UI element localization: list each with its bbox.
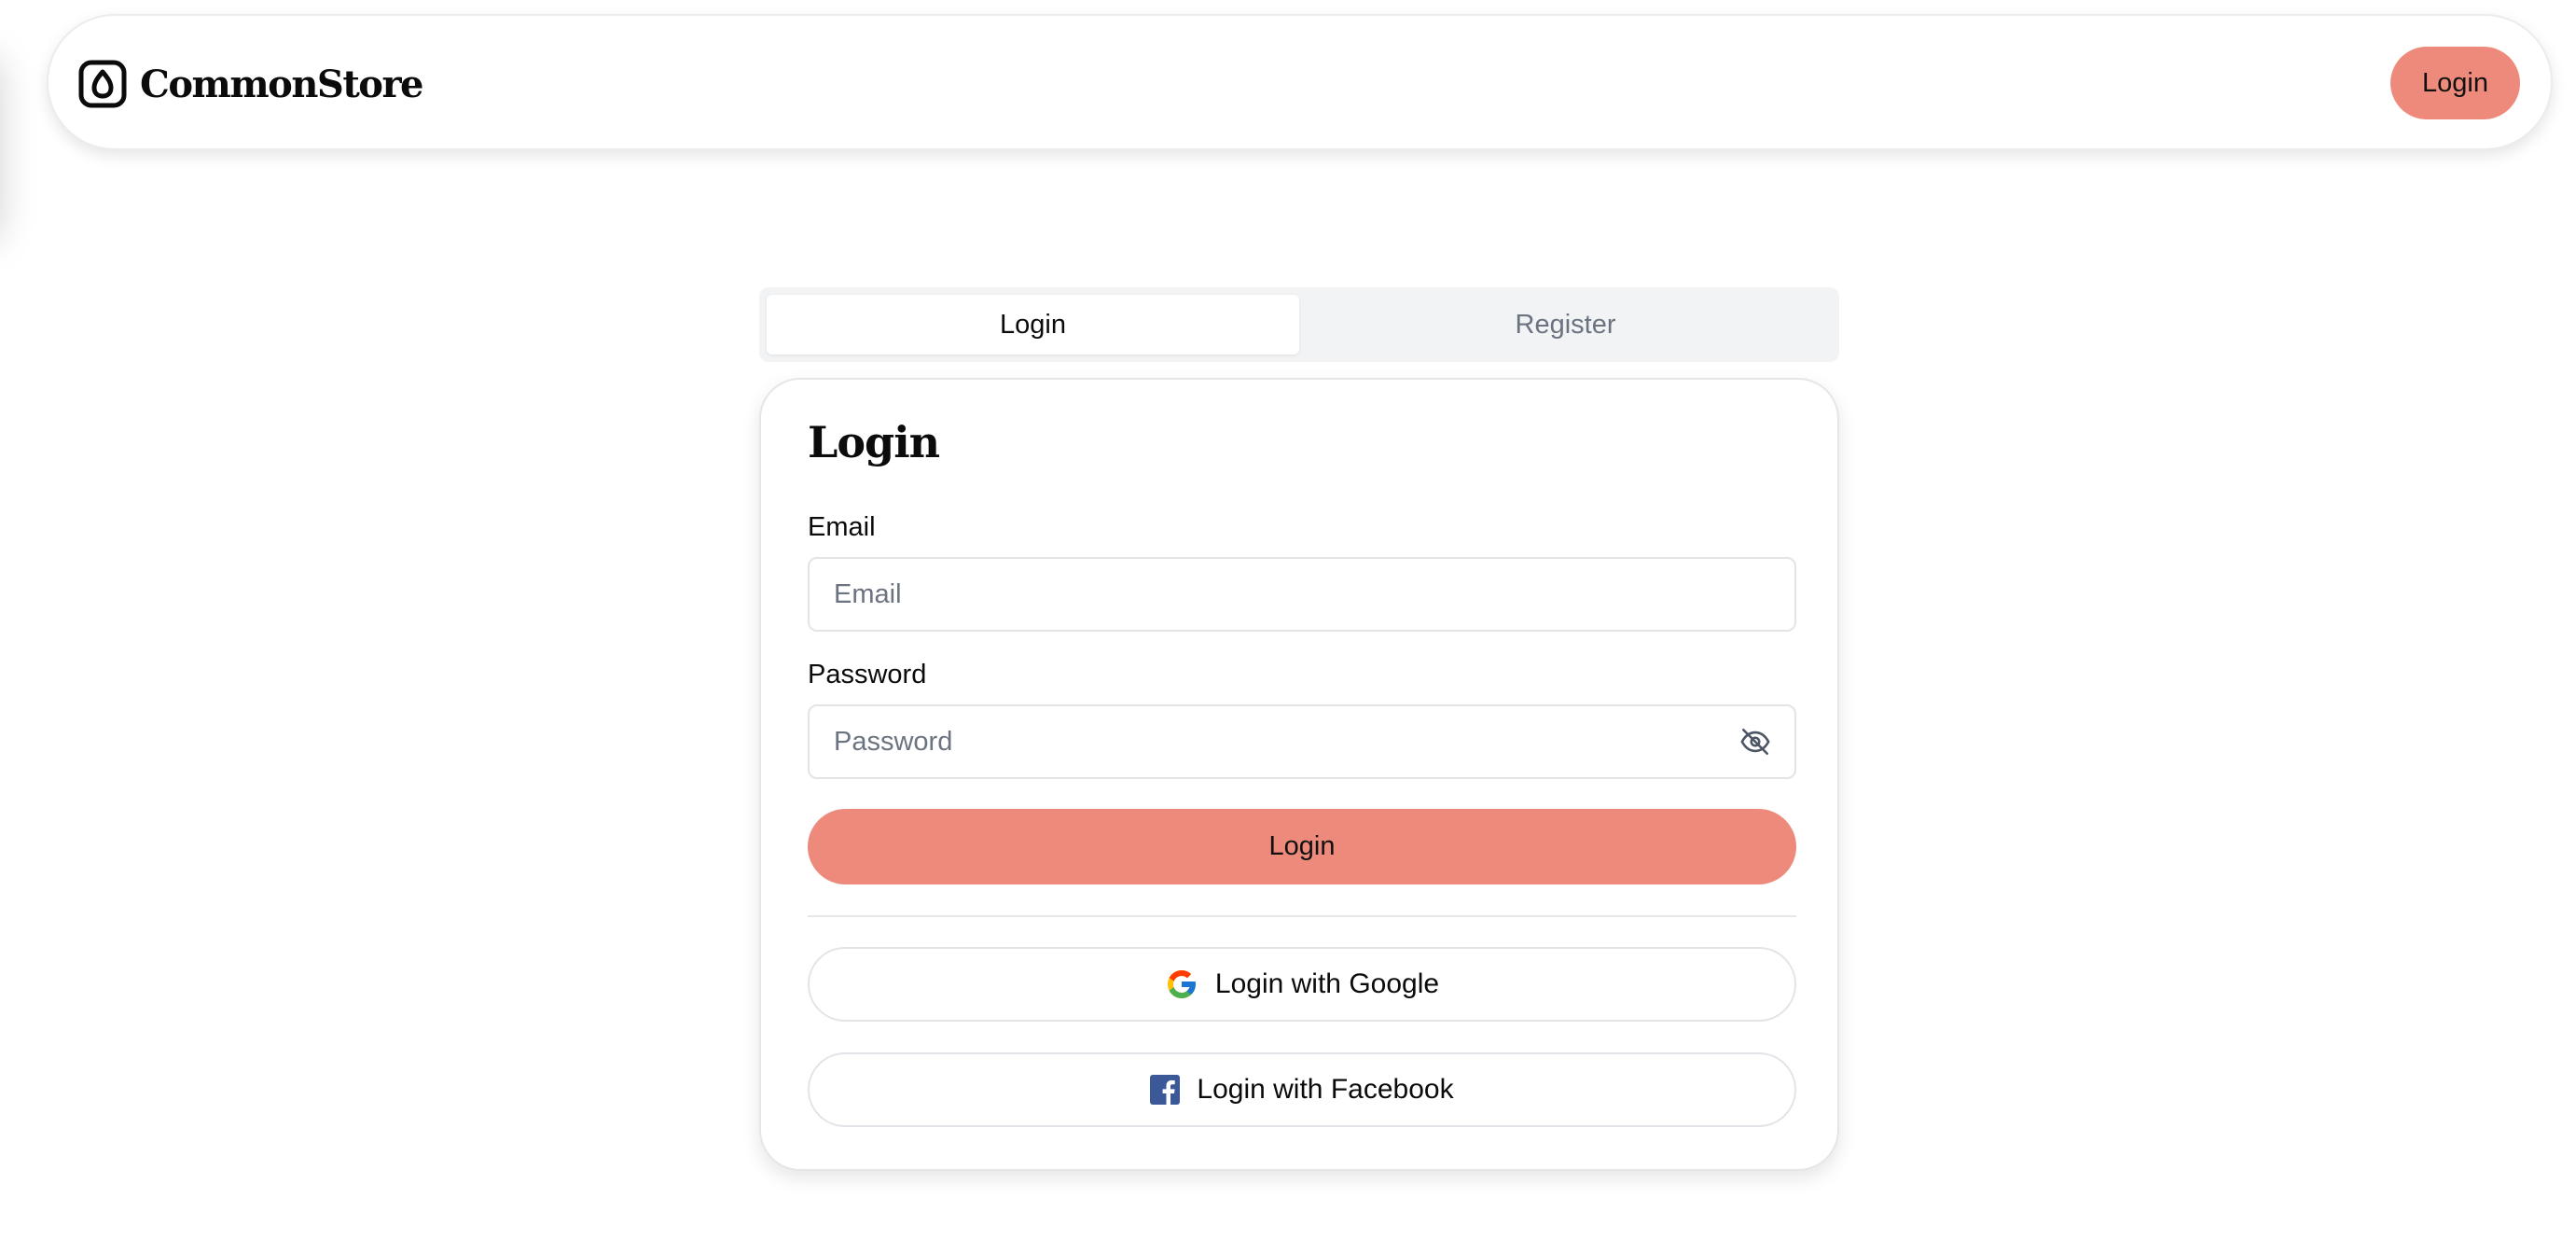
login-card: Login Email Password Login Login with Go… bbox=[759, 378, 1839, 1171]
email-label: Email bbox=[808, 512, 876, 542]
brand-logo[interactable]: CommonStore bbox=[78, 56, 424, 112]
password-label: Password bbox=[808, 660, 927, 689]
brand-name: CommonStore bbox=[140, 62, 424, 106]
password-field[interactable] bbox=[808, 704, 1796, 779]
tab-login[interactable]: Login bbox=[767, 295, 1299, 355]
logo-icon bbox=[78, 60, 127, 108]
facebook-login-label: Login with Facebook bbox=[1197, 1074, 1454, 1105]
google-login-label: Login with Google bbox=[1214, 968, 1440, 999]
top-navbar: CommonStore Login bbox=[47, 14, 2553, 150]
auth-tabs: Login Register bbox=[759, 287, 1839, 362]
eye-off-icon[interactable] bbox=[1738, 725, 1772, 759]
login-title: Login bbox=[808, 417, 940, 467]
google-login-button[interactable]: Login with Google bbox=[808, 947, 1796, 1022]
facebook-login-button[interactable]: Login with Facebook bbox=[808, 1052, 1796, 1127]
header-login-button[interactable]: Login bbox=[2390, 47, 2520, 119]
login-submit-button[interactable]: Login bbox=[808, 809, 1796, 884]
tab-register[interactable]: Register bbox=[1299, 295, 1832, 355]
facebook-icon bbox=[1150, 1075, 1181, 1105]
google-icon bbox=[1165, 968, 1198, 1001]
divider bbox=[808, 915, 1796, 917]
email-field[interactable] bbox=[808, 557, 1796, 632]
